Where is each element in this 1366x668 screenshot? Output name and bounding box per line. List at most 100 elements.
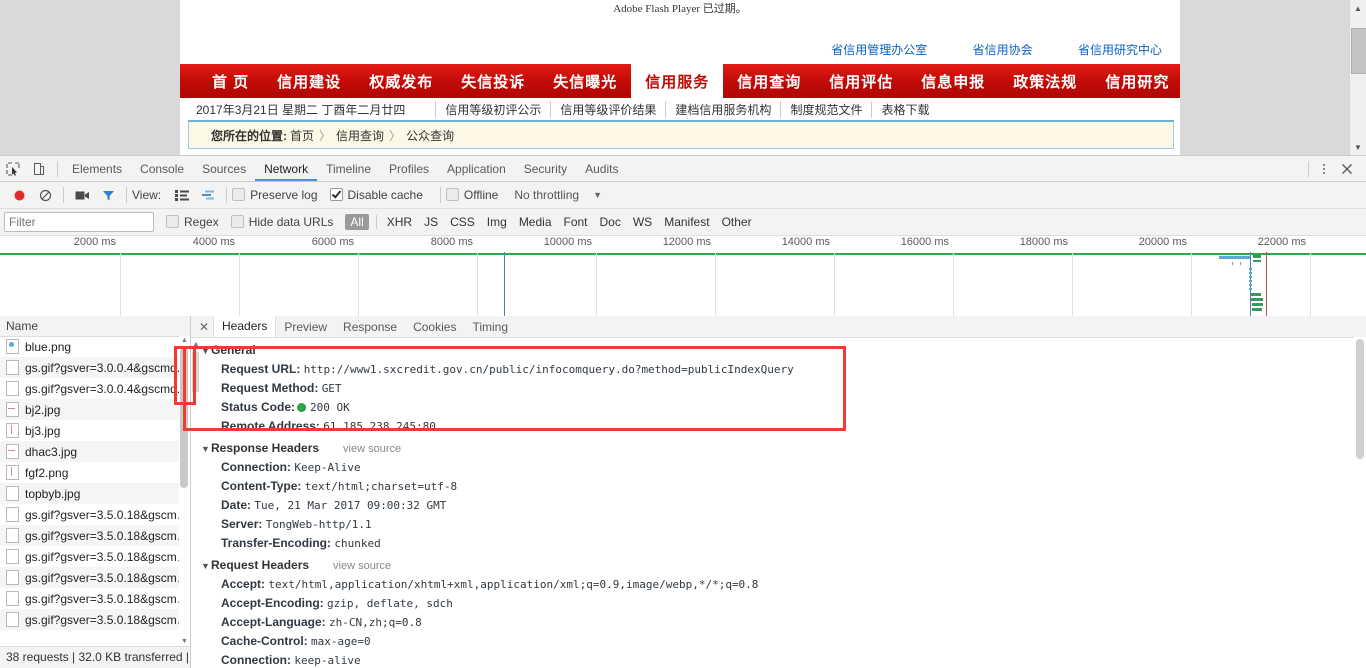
list-item[interactable]: gs.gif?gsver=3.5.0.18&gscmd... — [0, 588, 190, 609]
toggle-device-toolbar-icon[interactable] — [26, 157, 52, 181]
regex-toggle[interactable]: Regex — [166, 215, 219, 229]
tab-security[interactable]: Security — [515, 157, 576, 181]
request-list[interactable]: blue.png gs.gif?gsver=3.0.0.4&gscmd... g… — [0, 336, 190, 646]
top-link-2[interactable]: 省信用研究中心 — [1078, 43, 1162, 57]
tab-elements[interactable]: Elements — [63, 157, 131, 181]
subnav-link-0[interactable]: 信用等级初评公示 — [435, 100, 550, 118]
subnav-link-3[interactable]: 制度规范文件 — [780, 100, 871, 118]
list-item[interactable]: gs.gif?gsver=3.0.0.4&gscmd... — [0, 378, 190, 399]
list-item[interactable]: bj2.jpg — [0, 399, 190, 420]
nav-item-credit-query[interactable]: 信用查询 — [723, 64, 815, 98]
list-item[interactable]: gs.gif?gsver=3.5.0.18&gscmd... — [0, 525, 190, 546]
close-devtools-icon[interactable] — [1334, 157, 1360, 181]
record-button[interactable] — [6, 183, 32, 207]
request-list-scrollbar[interactable]: ▲ ▼ — [179, 336, 190, 646]
nav-item-authoritative-release[interactable]: 权威发布 — [355, 64, 447, 98]
filter-type-ws[interactable]: WS — [627, 215, 658, 229]
tab-application[interactable]: Application — [438, 157, 515, 181]
disable-cache-checkbox-icon[interactable] — [329, 188, 343, 201]
tab-sources[interactable]: Sources — [193, 157, 255, 181]
scroll-down-arrow-icon[interactable]: ▼ — [1350, 139, 1366, 155]
list-item[interactable]: dhac3.jpg — [0, 441, 190, 462]
nav-item-credit-research[interactable]: 信用研究 — [1091, 64, 1183, 98]
section-general-header[interactable]: ▼General — [191, 341, 1366, 360]
nav-item-complaint[interactable]: 失信投诉 — [447, 64, 539, 98]
nav-item-credit-service[interactable]: 信用服务 — [631, 64, 724, 98]
scroll-up-arrow-icon[interactable]: ▲ — [1350, 0, 1366, 16]
filter-type-manifest[interactable]: Manifest — [658, 215, 715, 229]
hide-data-urls-toggle[interactable]: Hide data URLs — [230, 215, 333, 229]
triangle-down-icon[interactable]: ▼ — [201, 557, 211, 575]
filter-type-all[interactable]: All — [345, 214, 369, 230]
detail-tab-preview[interactable]: Preview — [276, 317, 335, 337]
throttling-select[interactable]: No throttling — [514, 188, 579, 202]
close-detail-icon[interactable]: ✕ — [195, 320, 213, 334]
list-item[interactable]: gs.gif?gsver=3.5.0.18&gscmd... — [0, 504, 190, 525]
filter-type-xhr[interactable]: XHR — [381, 215, 418, 229]
nav-item-exposure[interactable]: 失信曝光 — [539, 64, 631, 98]
filter-input[interactable] — [4, 212, 154, 232]
triangle-down-icon[interactable]: ▼ — [201, 440, 211, 458]
subnav-link-2[interactable]: 建档信用服务机构 — [665, 100, 780, 118]
detail-tab-cookies[interactable]: Cookies — [405, 317, 464, 337]
breadcrumb-item-2[interactable]: 公众查询 — [406, 127, 454, 144]
hide-data-urls-checkbox-icon[interactable] — [230, 215, 244, 228]
breadcrumb-item-0[interactable]: 首页 — [290, 127, 314, 144]
more-options-icon[interactable] — [1314, 159, 1334, 179]
selection-end-handle[interactable] — [1266, 252, 1267, 318]
section-request-headers-header[interactable]: ▼Request Headers view source — [191, 556, 1366, 575]
list-item[interactable]: gs.gif?gsver=3.0.0.4&gscmd... — [0, 357, 190, 378]
offline-toggle[interactable]: Offline — [445, 188, 498, 202]
section-response-headers-header[interactable]: ▼Response Headers view source — [191, 439, 1366, 458]
filter-type-font[interactable]: Font — [558, 215, 594, 229]
tab-audits[interactable]: Audits — [576, 157, 627, 181]
request-list-scrollbar-thumb[interactable] — [180, 348, 188, 488]
offline-checkbox-icon[interactable] — [445, 188, 459, 201]
filter-type-img[interactable]: Img — [481, 215, 513, 229]
filter-type-js[interactable]: JS — [418, 215, 444, 229]
filter-funnel-icon[interactable] — [95, 183, 121, 207]
filter-type-media[interactable]: Media — [513, 215, 558, 229]
tab-console[interactable]: Console — [131, 157, 193, 181]
inspect-element-icon[interactable] — [0, 157, 26, 181]
list-item[interactable]: gs.gif?gsver=3.5.0.18&gscmd... — [0, 567, 190, 588]
top-link-0[interactable]: 省信用管理办公室 — [831, 43, 927, 57]
waterfall-view-icon[interactable] — [195, 183, 221, 207]
network-overview[interactable]: 2000 ms 4000 ms 6000 ms 8000 ms 10000 ms… — [0, 236, 1366, 319]
page-scrollbar-thumb[interactable] — [1351, 28, 1366, 74]
filter-type-doc[interactable]: Doc — [594, 215, 627, 229]
nav-item-info-declaration[interactable]: 信息申报 — [907, 64, 999, 98]
top-link-1[interactable]: 省信用协会 — [973, 43, 1033, 57]
subnav-link-1[interactable]: 信用等级评价结果 — [550, 100, 665, 118]
list-item[interactable]: gs.gif?gsver=3.5.0.18&gscmd... — [0, 546, 190, 567]
tab-profiles[interactable]: Profiles — [380, 157, 438, 181]
capture-screenshots-icon[interactable] — [69, 183, 95, 207]
detail-tab-response[interactable]: Response — [335, 317, 405, 337]
disable-cache-toggle[interactable]: Disable cache — [329, 188, 423, 202]
list-view-icon[interactable] — [169, 183, 195, 207]
nav-item-policy[interactable]: 政策法规 — [999, 64, 1091, 98]
page-scrollbar[interactable]: ▲ ▼ — [1349, 0, 1366, 155]
breadcrumb-item-1[interactable]: 信用查询 — [336, 127, 384, 144]
detail-tab-timing[interactable]: Timing — [464, 317, 516, 337]
preserve-log-toggle[interactable]: Preserve log — [232, 188, 318, 202]
tab-network[interactable]: Network — [255, 157, 317, 181]
triangle-down-icon[interactable]: ▼ — [201, 342, 211, 360]
subnav-link-4[interactable]: 表格下载 — [871, 100, 938, 118]
list-item[interactable]: blue.png — [0, 336, 190, 357]
header-value[interactable]: http://www1.sxcredit.gov.cn/public/infoc… — [304, 363, 794, 376]
scroll-down-arrow-icon[interactable]: ▼ — [180, 637, 189, 646]
detail-tab-headers[interactable]: Headers — [213, 316, 277, 337]
list-item[interactable]: gs.gif?gsver=3.5.0.18&gscmd... — [0, 609, 190, 630]
list-item[interactable]: topbyb.jpg — [0, 483, 190, 504]
clear-button[interactable] — [32, 183, 58, 207]
tab-timeline[interactable]: Timeline — [317, 157, 380, 181]
filter-type-css[interactable]: CSS — [444, 215, 481, 229]
regex-checkbox-icon[interactable] — [166, 215, 179, 228]
view-source-link[interactable]: view source — [333, 560, 391, 572]
nav-item-home[interactable]: 首 页 — [198, 64, 263, 98]
list-item[interactable]: fgf2.png — [0, 462, 190, 483]
nav-item-credit-assessment[interactable]: 信用评估 — [815, 64, 907, 98]
view-source-link[interactable]: view source — [343, 443, 401, 455]
nav-item-credit-construction[interactable]: 信用建设 — [263, 64, 355, 98]
